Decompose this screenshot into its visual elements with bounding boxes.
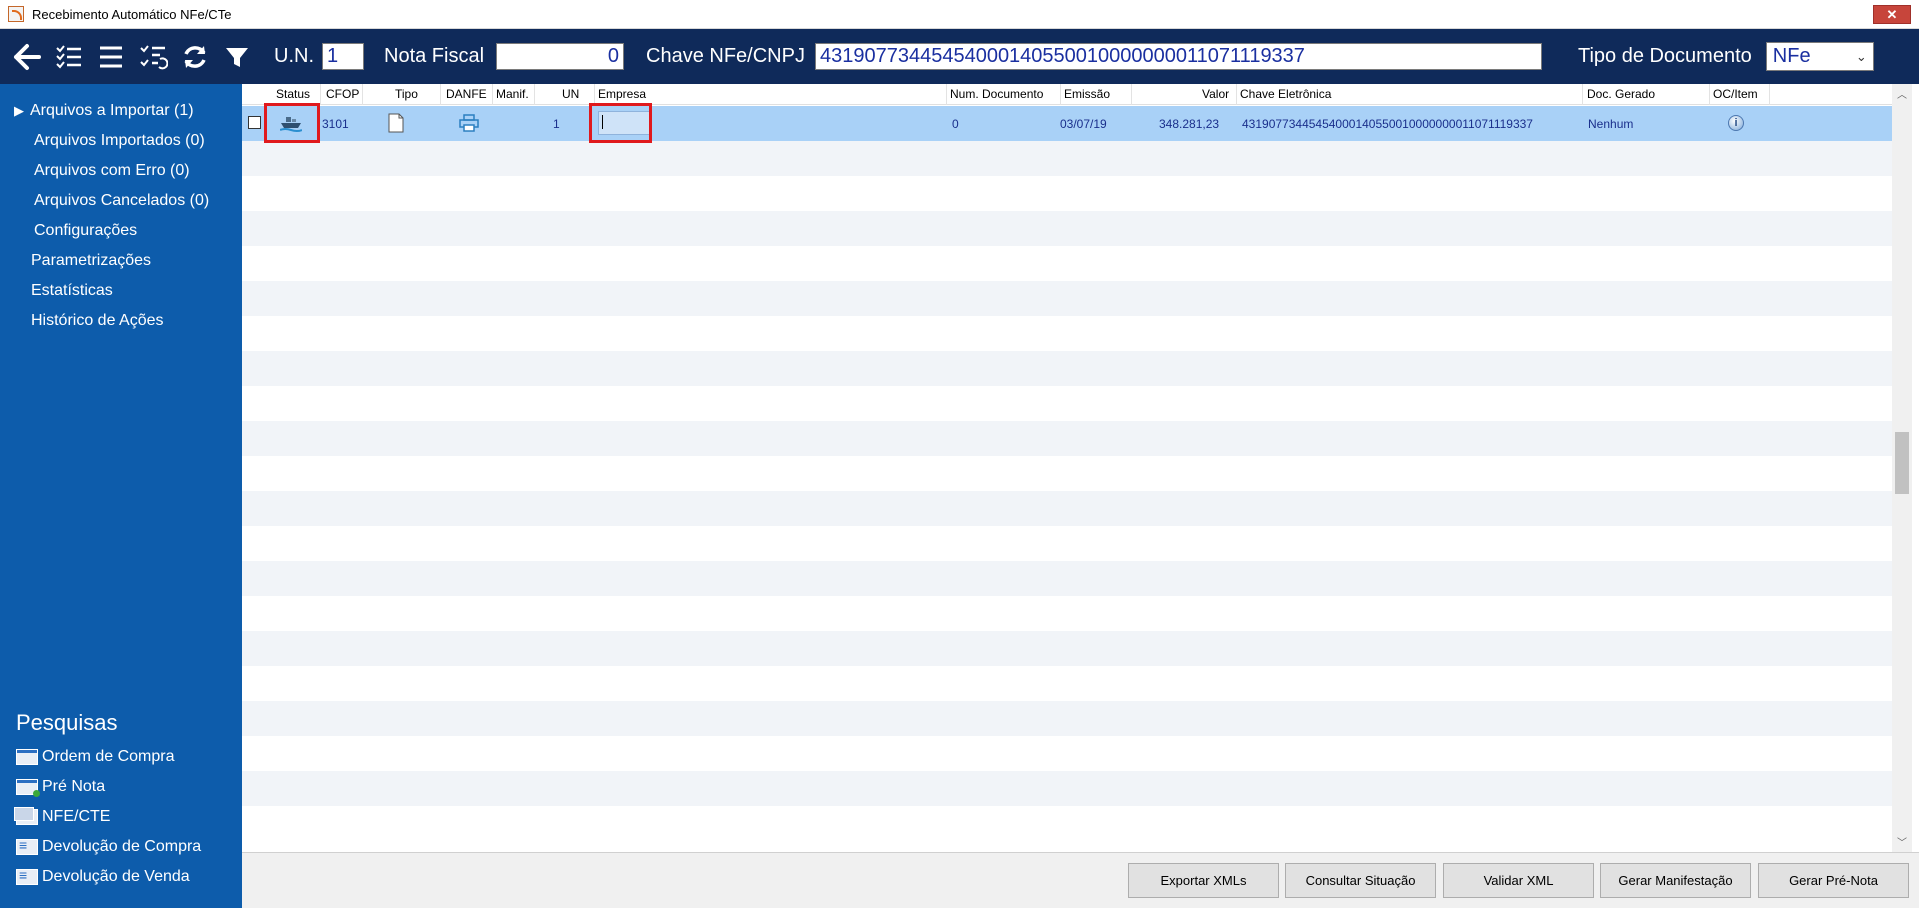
action-bar: Exportar XMLs Consultar Situação Validar…	[242, 852, 1919, 908]
chave-label: Chave NFe/CNPJ	[646, 45, 805, 67]
highlight-status	[264, 103, 320, 143]
col-header-num-documento[interactable]: Num. Documento	[950, 87, 1043, 101]
expand-arrow-icon: ▶	[14, 103, 24, 118]
search-ordem-compra[interactable]: Ordem de Compra	[16, 748, 175, 766]
cell-doc-gerado: Nenhum	[1588, 117, 1634, 131]
chevron-down-icon: ⌄	[1855, 48, 1867, 64]
consultar-situacao-button[interactable]: Consultar Situação	[1285, 863, 1436, 898]
col-header-status[interactable]: Status	[276, 87, 310, 101]
cell-valor: 348.281,23	[1159, 117, 1220, 131]
search-item-label: Pré Nota	[42, 778, 106, 795]
col-header-empresa[interactable]: Empresa	[598, 87, 646, 101]
sidebar-item-historico[interactable]: Histórico de Ações	[31, 312, 164, 330]
un-label: U.N.	[274, 45, 314, 67]
sidebar: ▶ Arquivos a Importar (1) Arquivos Impor…	[0, 84, 242, 908]
sidebar-item-label: Configurações	[34, 222, 138, 239]
search-pre-nota[interactable]: Pré Nota	[16, 778, 106, 797]
scroll-thumb[interactable]	[1895, 432, 1909, 494]
search-devolucao-venda[interactable]: Devolução de Venda	[16, 867, 190, 886]
col-header-danfe[interactable]: DANFE	[446, 87, 487, 101]
table-row[interactable]: 3101 1 0 03/07/19 348.281,23 43190773445…	[242, 106, 1892, 141]
title-bar: Recebimento Automático NFe/CTe ✕	[0, 0, 1919, 29]
grid-header: Status CFOP Tipo DANFE Manif. UN Empresa…	[242, 84, 1892, 105]
info-icon[interactable]: i	[1728, 115, 1744, 131]
search-nfe-cte[interactable]: NFE/CTE	[14, 807, 111, 826]
close-button[interactable]: ✕	[1873, 5, 1911, 24]
col-header-tipo[interactable]: Tipo	[395, 87, 418, 101]
search-item-label: Ordem de Compra	[42, 748, 175, 765]
tipo-documento-label: Tipo de Documento	[1577, 45, 1752, 67]
row-checkbox[interactable]	[248, 116, 261, 129]
col-header-valor[interactable]: Valor	[1202, 87, 1229, 101]
search-item-label: NFE/CTE	[42, 808, 111, 825]
pesquisas-title: Pesquisas	[16, 710, 118, 735]
cell-chave: 4319077344545400014055001000000001107111…	[1242, 117, 1533, 131]
back-arrow-icon[interactable]	[10, 40, 44, 74]
cell-cfop: 3101	[322, 117, 349, 131]
col-header-oc-item[interactable]: OC/Item	[1713, 87, 1758, 101]
printer-icon[interactable]	[459, 114, 479, 135]
sidebar-item-parametrizacoes[interactable]: Parametrizações	[31, 252, 151, 270]
validar-xml-button[interactable]: Validar XML	[1443, 863, 1594, 898]
document-icon[interactable]	[388, 113, 404, 136]
cell-num-documento: 0	[952, 117, 959, 131]
grid-body: 3101 1 0 03/07/19 348.281,23 43190773445…	[242, 103, 1892, 846]
col-header-doc-gerado[interactable]: Doc. Gerado	[1587, 87, 1655, 101]
sidebar-item-arquivos-importados[interactable]: Arquivos Importados (0)	[34, 132, 205, 150]
sidebar-item-arquivos-importar[interactable]: ▶ Arquivos a Importar (1)	[14, 102, 194, 120]
sidebar-item-configuracoes[interactable]: Configurações	[34, 222, 137, 240]
sidebar-item-arquivos-cancelados[interactable]: Arquivos Cancelados (0)	[34, 192, 209, 210]
filter-icon[interactable]	[220, 40, 254, 74]
vertical-scrollbar[interactable]: ︿ ﹀	[1892, 84, 1912, 852]
cell-un: 1	[553, 117, 560, 131]
chave-input[interactable]: 4319077344545400014055001000000001107111…	[814, 43, 1542, 70]
sidebar-item-label: Arquivos com Erro (0)	[34, 162, 190, 179]
search-devolucao-compra[interactable]: Devolução de Compra	[16, 837, 202, 856]
highlight-empresa	[589, 103, 652, 143]
un-input[interactable]: 1	[322, 43, 364, 70]
list-icon[interactable]	[94, 40, 128, 74]
col-header-emissao[interactable]: Emissão	[1064, 87, 1110, 101]
checklist-icon[interactable]	[52, 40, 86, 74]
search-item-label: Devolução de Venda	[42, 868, 190, 885]
refresh-icon[interactable]	[178, 40, 212, 74]
tipo-documento-value: NFe	[1772, 45, 1811, 67]
app-icon	[8, 6, 24, 22]
sidebar-item-arquivos-erro[interactable]: Arquivos com Erro (0)	[34, 162, 190, 180]
nota-fiscal-input[interactable]: 0	[496, 43, 625, 70]
toolbar: U.N. 1 Nota Fiscal 0 Chave NFe/CNPJ 4319…	[0, 29, 1919, 84]
tipo-documento-select[interactable]: NFe ⌄	[1765, 42, 1874, 71]
window-add-icon	[16, 779, 40, 797]
sidebar-item-estatisticas[interactable]: Estatísticas	[31, 282, 113, 300]
scroll-down-icon[interactable]: ﹀	[1892, 832, 1912, 850]
window-title: Recebimento Automático NFe/CTe	[32, 6, 232, 22]
sidebar-item-label: Arquivos Importados (0)	[34, 132, 205, 149]
document-list-icon	[16, 867, 38, 885]
sidebar-item-label: Arquivos a Importar (1)	[30, 102, 194, 119]
checklist-refresh-icon[interactable]	[136, 40, 170, 74]
scroll-up-icon[interactable]: ︿	[1892, 84, 1912, 102]
col-header-un[interactable]: UN	[562, 87, 579, 101]
nota-fiscal-label: Nota Fiscal	[384, 45, 485, 67]
document-list-icon	[16, 837, 38, 855]
window-icon	[16, 749, 38, 765]
gerar-manifestacao-button[interactable]: Gerar Manifestação	[1600, 863, 1751, 898]
sidebar-item-label: Arquivos Cancelados (0)	[34, 192, 210, 209]
cell-emissao: 03/07/19	[1060, 117, 1107, 131]
sidebar-item-label: Estatísticas	[31, 282, 113, 299]
col-header-cfop[interactable]: CFOP	[326, 87, 359, 101]
sidebar-item-label: Histórico de Ações	[31, 312, 164, 329]
gerar-pre-nota-button[interactable]: Gerar Pré-Nota	[1758, 863, 1909, 898]
search-item-label: Devolução de Compra	[42, 838, 202, 855]
sidebar-item-label: Parametrizações	[31, 252, 152, 269]
windows-stack-icon	[14, 807, 38, 825]
documents-grid: Status CFOP Tipo DANFE Manif. UN Empresa…	[242, 84, 1919, 852]
exportar-xmls-button[interactable]: Exportar XMLs	[1128, 863, 1279, 898]
col-header-chave[interactable]: Chave Eletrônica	[1240, 87, 1331, 101]
col-header-manif[interactable]: Manif.	[496, 87, 529, 101]
